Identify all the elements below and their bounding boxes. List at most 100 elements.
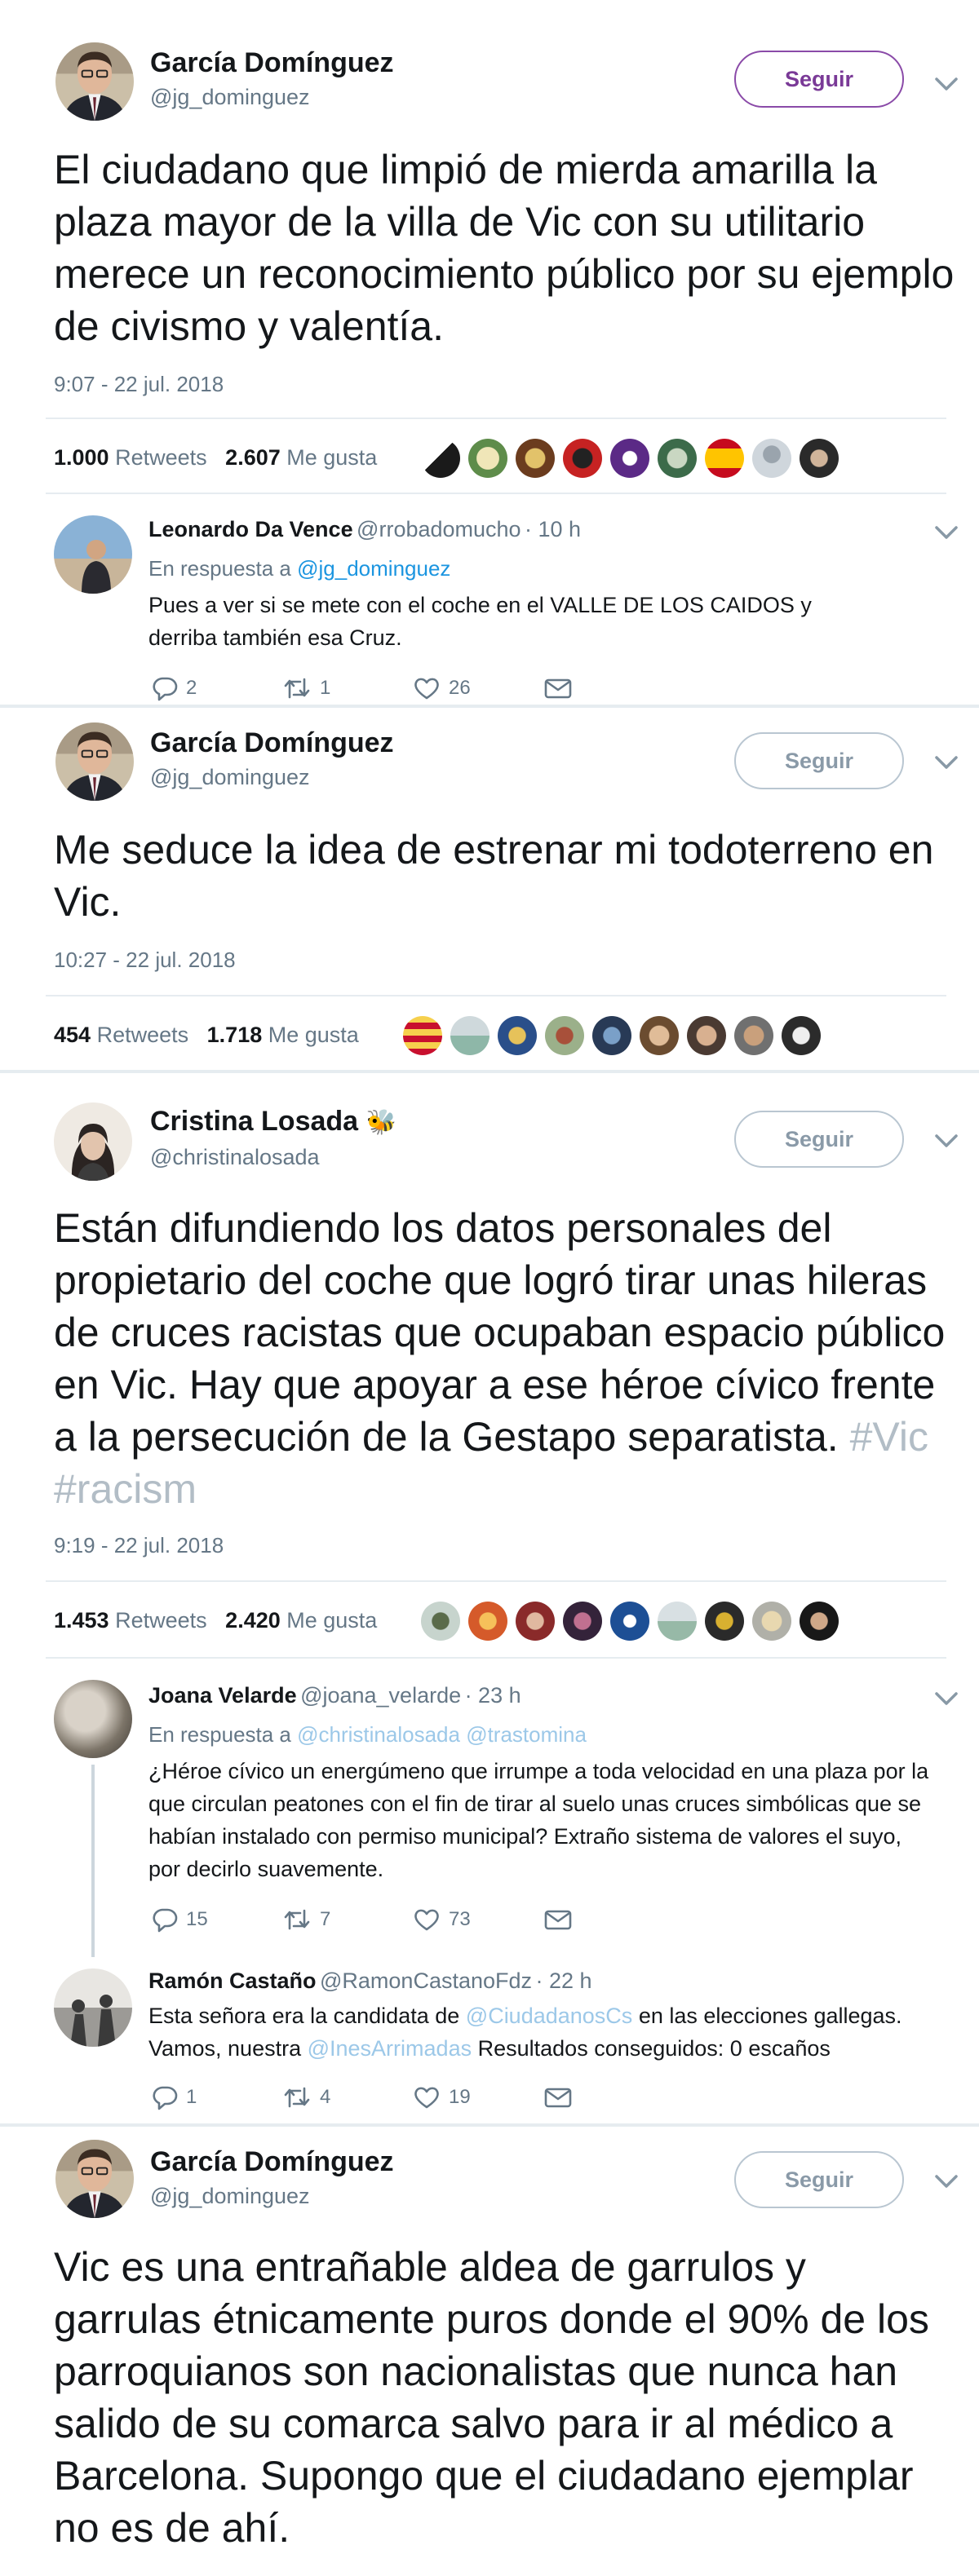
liker-avatar[interactable] [752,439,791,478]
avatar[interactable] [55,722,134,801]
tweet-timestamp[interactable]: 10:27 - 22 jul. 2018 [54,948,236,973]
liker-avatar[interactable] [516,1602,555,1641]
liker-avatar[interactable] [800,439,839,478]
chevron-down-icon[interactable] [932,2171,961,2192]
like-count: 26 [449,677,471,699]
author-handle[interactable]: @jg_dominguez [150,2184,310,2209]
avatar[interactable] [55,2140,134,2218]
liker-avatar[interactable] [516,439,555,478]
retweet-icon[interactable] [282,2084,312,2110]
avatar[interactable] [55,42,134,121]
liker-avatar[interactable] [687,1016,726,1055]
liker-avatar[interactable] [563,439,602,478]
follow-button[interactable]: Seguir [734,2151,904,2208]
reply-avatar[interactable] [54,1680,132,1758]
author-name[interactable]: García Domínguez [150,727,394,759]
liker-avatar[interactable] [498,1016,537,1055]
liker-avatar[interactable] [658,1602,697,1641]
author-handle[interactable]: @jg_dominguez [150,85,310,110]
avatar[interactable] [54,1102,132,1181]
follow-button[interactable]: Seguir [734,732,904,789]
direct-message-icon[interactable] [543,2086,573,2109]
liker-avatar[interactable] [610,439,649,478]
reply-author-name[interactable]: Ramón Castaño [148,1968,317,1993]
reply-time[interactable]: · 23 h [465,1683,521,1708]
like-icon[interactable] [413,2084,441,2110]
reply-actions: 1 4 19 [152,2084,573,2110]
likes-label[interactable]: Me gusta [286,1608,377,1633]
direct-message-icon[interactable] [543,677,573,700]
direct-message-icon[interactable] [543,1908,573,1931]
tweet-body: Están difundiendo los datos personales d… [54,1205,946,1460]
liker-avatar[interactable] [705,1602,744,1641]
follow-button[interactable]: Seguir [734,1111,904,1168]
tweet-timestamp[interactable]: 9:19 - 22 jul. 2018 [54,1533,224,1558]
liker-avatar[interactable] [734,1016,773,1055]
liker-avatar[interactable] [468,1602,507,1641]
tweet-text: Vic es una entrañable aldea de garrulos … [54,2244,929,2551]
reply-author-handle[interactable]: @joana_velarde [300,1683,461,1708]
reply-mention[interactable]: @CiudadanosCs [466,2004,633,2028]
retweets-label[interactable]: Retweets [115,1608,207,1633]
reply-author-name[interactable]: Leonardo Da Vence [148,517,353,541]
like-count[interactable]: 2.420 [225,1608,281,1633]
reply-mention[interactable]: @InesArrimadas [308,2036,472,2061]
liker-avatar[interactable] [421,439,460,478]
tweet-stats: 1.453 Retweets 2.420 Me gusta [54,1608,377,1633]
retweet-count[interactable]: 1.453 [54,1608,109,1633]
liker-avatar[interactable] [800,1602,839,1641]
liker-avatars [421,439,839,478]
reply-avatar[interactable] [54,515,132,594]
reply-time[interactable]: · 10 h [525,517,581,541]
author-name[interactable]: García Domínguez [150,2146,394,2178]
reply-actions: 2 1 26 [152,675,573,701]
reply-avatar[interactable] [54,1968,132,2047]
reply-mention[interactable]: @christinalosada [297,1722,460,1747]
reply-mention[interactable]: @jg_dominguez [297,556,450,581]
liker-avatar[interactable] [782,1016,821,1055]
liker-avatar[interactable] [752,1602,791,1641]
liker-avatar[interactable] [421,1602,460,1641]
chevron-down-icon[interactable] [932,1688,961,1709]
liker-avatar[interactable] [563,1602,602,1641]
likes-label[interactable]: Me gusta [286,445,377,470]
reply-author-name[interactable]: Joana Velarde [148,1683,297,1708]
retweets-label[interactable]: Retweets [97,1023,189,1047]
liker-avatar[interactable] [468,439,507,478]
author-handle[interactable]: @christinalosada [150,1145,320,1170]
likes-label[interactable]: Me gusta [268,1023,359,1047]
like-icon[interactable] [413,1907,441,1933]
reply-icon[interactable] [152,1907,178,1933]
liker-avatar[interactable] [705,439,744,478]
follow-button[interactable]: Seguir [734,51,904,108]
author-handle[interactable]: @jg_dominguez [150,765,310,790]
chevron-down-icon[interactable] [932,752,961,773]
liker-avatar[interactable] [610,1602,649,1641]
retweet-count[interactable]: 454 [54,1023,91,1047]
like-count[interactable]: 1.718 [207,1023,263,1047]
reply-author-handle[interactable]: @RamonCastanoFdz [320,1968,532,1993]
liker-avatar[interactable] [640,1016,679,1055]
author-name[interactable]: García Domínguez [150,47,394,79]
liker-avatar[interactable] [592,1016,631,1055]
liker-avatar[interactable] [545,1016,584,1055]
reply-icon[interactable] [152,2084,178,2110]
author-name-text[interactable]: Cristina Losada [150,1106,358,1137]
liker-avatar[interactable] [450,1016,490,1055]
like-icon[interactable] [413,675,441,701]
retweet-icon[interactable] [282,675,312,701]
retweet-icon[interactable] [282,1907,312,1933]
chevron-down-icon[interactable] [932,73,961,95]
tweet-timestamp[interactable]: 9:07 - 22 jul. 2018 [54,372,224,397]
reply-author-handle[interactable]: @rrobadomucho [357,517,521,541]
reply-icon[interactable] [152,675,178,701]
retweet-count[interactable]: 1.000 [54,445,109,470]
liker-avatar[interactable] [658,439,697,478]
liker-avatar[interactable] [403,1016,442,1055]
retweets-label[interactable]: Retweets [115,445,207,470]
reply-time[interactable]: · 22 h [535,1968,591,1993]
chevron-down-icon[interactable] [932,1130,961,1151]
chevron-down-icon[interactable] [932,522,961,543]
reply-mention[interactable]: @trastomina [466,1722,587,1747]
like-count[interactable]: 2.607 [225,445,281,470]
